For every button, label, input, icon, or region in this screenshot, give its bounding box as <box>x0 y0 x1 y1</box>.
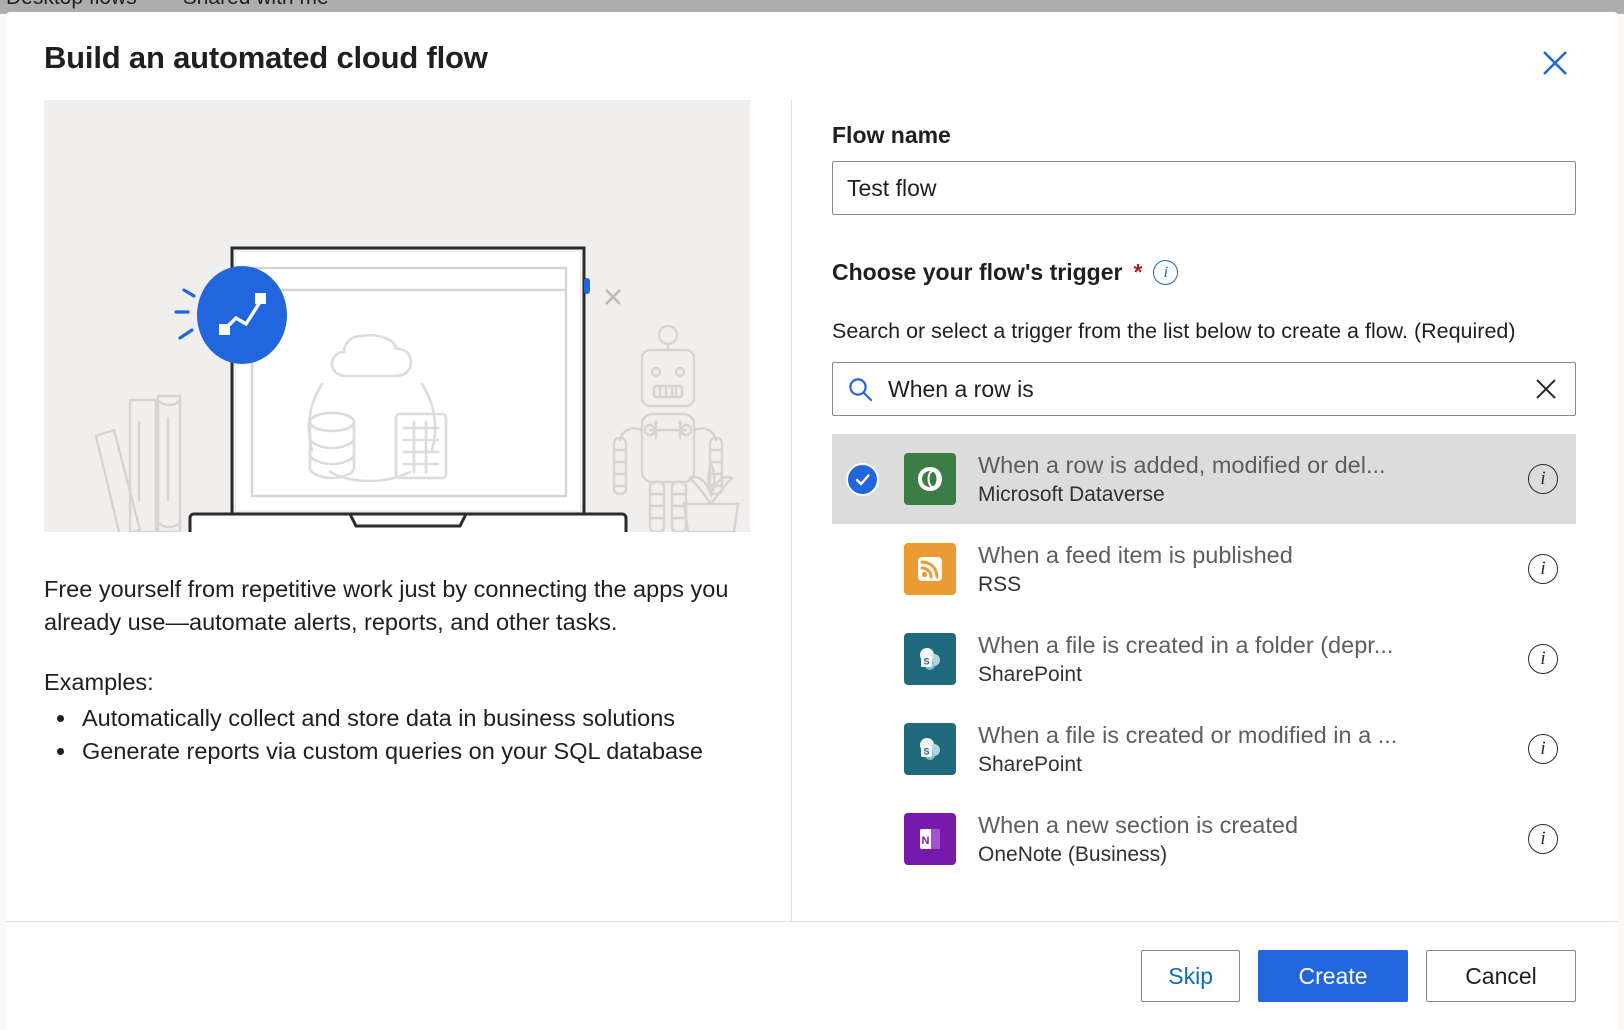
trigger-list-item-sharepoint-modified[interactable]: S When a file is created or modified in … <box>832 704 1576 794</box>
onenote-icon: N <box>904 813 956 865</box>
trigger-item-text: When a file is created in a folder (depr… <box>978 630 1512 689</box>
trigger-item-info-icon[interactable]: i <box>1528 644 1558 674</box>
trigger-item-subtitle: OneNote (Business) <box>978 842 1168 866</box>
list-item: Automatically collect and store data in … <box>78 702 749 735</box>
trigger-item-info-icon[interactable]: i <box>1528 734 1558 764</box>
rss-icon <box>904 543 956 595</box>
flow-name-label: Flow name <box>832 122 951 148</box>
trigger-item-text: When a file is created or modified in a … <box>978 720 1512 779</box>
cancel-button[interactable]: Cancel <box>1426 950 1576 1002</box>
dataverse-icon <box>904 453 956 505</box>
left-info-pane: Free yourself from repetitive work just … <box>6 100 792 921</box>
trigger-search-box <box>832 362 1576 416</box>
trigger-item-info-icon[interactable]: i <box>1528 824 1558 854</box>
trigger-item-title: When a feed item is published <box>978 541 1293 568</box>
trigger-info-icon[interactable]: i <box>1153 260 1179 285</box>
examples-label: Examples: <box>44 669 154 695</box>
trigger-item-info-icon[interactable]: i <box>1528 554 1558 584</box>
dialog-body: Free yourself from repetitive work just … <box>6 100 1618 922</box>
list-item: Generate reports via custom queries on y… <box>78 735 749 768</box>
intro-blurb: Free yourself from repetitive work just … <box>44 576 729 635</box>
svg-text:S: S <box>923 657 929 667</box>
flow-name-input[interactable] <box>832 161 1576 215</box>
trigger-list-item-onenote[interactable]: N When a new section is created OneNote … <box>832 794 1576 884</box>
trigger-item-subtitle: Microsoft Dataverse <box>978 482 1165 506</box>
svg-text:N: N <box>922 835 930 847</box>
trigger-item-text: When a new section is created OneNote (B… <box>978 810 1512 869</box>
skip-button[interactable]: Skip <box>1141 950 1240 1002</box>
dialog-header: Build an automated cloud flow <box>6 12 1618 100</box>
trigger-helper-text: Search or select a trigger from the list… <box>832 319 1516 343</box>
required-marker: * <box>1133 259 1143 285</box>
trigger-item-subtitle: SharePoint <box>978 752 1082 776</box>
trigger-item-title: When a new section is created <box>978 811 1299 838</box>
build-automated-cloud-flow-dialog: Build an automated cloud flow Free yours… <box>6 12 1618 1030</box>
sharepoint-icon: S <box>904 633 956 685</box>
trigger-list-item-sharepoint-folder[interactable]: S When a file is created in a folder (de… <box>832 614 1576 704</box>
trigger-list-item-rss[interactable]: When a feed item is published RSS i <box>832 524 1576 614</box>
search-input[interactable] <box>874 375 1529 403</box>
trigger-results-list[interactable]: When a row is added, modified or del... … <box>832 434 1576 921</box>
svg-text:S: S <box>923 747 929 757</box>
create-button[interactable]: Create <box>1258 950 1408 1002</box>
trigger-item-title: When a file is created in a folder (depr… <box>978 631 1394 658</box>
examples-list: Automatically collect and store data in … <box>78 702 749 768</box>
checkmark-icon <box>846 462 879 496</box>
page-title: Build an automated cloud flow <box>44 40 488 75</box>
trigger-item-subtitle: RSS <box>978 572 1022 596</box>
search-icon <box>849 377 873 401</box>
trigger-item-title: When a row is added, modified or del... <box>978 451 1386 478</box>
clear-icon <box>1536 379 1556 399</box>
dialog-footer: Skip Create Cancel <box>6 922 1618 1030</box>
trigger-item-subtitle: SharePoint <box>978 662 1082 686</box>
trigger-item-text: When a row is added, modified or del... … <box>978 450 1512 509</box>
trigger-list-item-dataverse[interactable]: When a row is added, modified or del... … <box>832 434 1576 524</box>
trigger-section-header: Choose your flow's trigger * i <box>832 259 1576 286</box>
sharepoint-icon: S <box>904 723 956 775</box>
screen: Desktop flows Shared with me Build an au… <box>0 0 1624 1030</box>
close-button[interactable] <box>1534 42 1576 84</box>
clear-search-button[interactable] <box>1529 372 1563 406</box>
trigger-item-text: When a feed item is published RSS <box>978 540 1512 599</box>
right-form-pane: Flow name Choose your flow's trigger * i… <box>792 100 1618 921</box>
selection-indicator <box>846 462 904 496</box>
trigger-label: Choose your flow's trigger <box>832 259 1123 285</box>
trigger-item-info-icon[interactable]: i <box>1528 464 1558 494</box>
automated-cloud-flow-illustration <box>44 100 750 532</box>
trigger-item-title: When a file is created or modified in a … <box>978 721 1398 748</box>
close-icon <box>1543 51 1567 75</box>
